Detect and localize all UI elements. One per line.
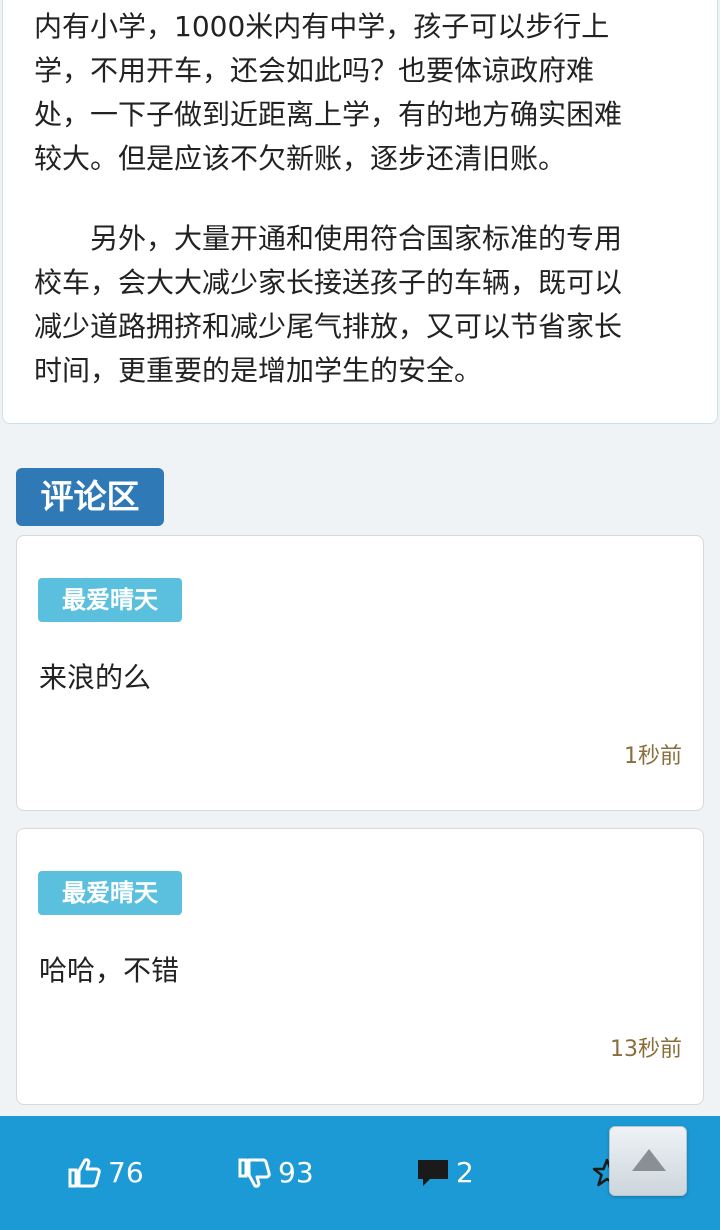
article-line: 校车，会大大减少家长接送孩子的车辆，既可以 <box>34 266 623 299</box>
comment-user-badge[interactable]: 最爱晴天 <box>38 871 182 915</box>
article-line: 减少道路拥挤和减少尾气排放，又可以节省家长 <box>34 310 623 343</box>
comments-section-title: 评论区 <box>16 468 164 526</box>
dislike-button[interactable]: 93 <box>238 1116 314 1230</box>
like-count: 76 <box>108 1156 144 1189</box>
article-line: 处，一下子做到近距离上学，有的地方确实困难 <box>34 98 623 131</box>
article-paragraph: 另外，大量开通和使用符合国家标准的专用 校车，会大大减少家长接送孩子的车辆，既可… <box>34 217 674 393</box>
comment-count: 2 <box>456 1156 474 1189</box>
scroll-to-top-button[interactable] <box>609 1126 687 1196</box>
article-card: 内有小学，1000米内有中学，孩子可以步行上 学，不用开车，还会如此吗？也要体谅… <box>2 0 718 424</box>
comment-timestamp: 1秒前 <box>624 744 682 769</box>
comment-item: 最爱晴天 哈哈，不错 13秒前 <box>16 828 704 1105</box>
article-line: 内有小学，1000米内有中学，孩子可以步行上 <box>34 10 610 43</box>
comment-item: 最爱晴天 来浪的么 1秒前 <box>16 535 704 811</box>
like-button[interactable]: 76 <box>68 1116 144 1230</box>
comment-button[interactable]: 2 <box>416 1116 474 1230</box>
thumbs-up-icon <box>68 1157 102 1189</box>
article-paragraph: 内有小学，1000米内有中学，孩子可以步行上 学，不用开车，还会如此吗？也要体谅… <box>34 5 674 181</box>
comment-timestamp: 13秒前 <box>610 1037 682 1062</box>
article-line: 另外，大量开通和使用符合国家标准的专用 <box>34 222 623 255</box>
thumbs-down-icon <box>238 1157 272 1189</box>
comment-text: 来浪的么 <box>39 661 152 694</box>
comment-bubble-icon <box>416 1157 450 1189</box>
comment-user-badge[interactable]: 最爱晴天 <box>38 578 182 622</box>
article-line: 较大。但是应该不欠新账，逐步还清旧账。 <box>34 142 567 175</box>
article-line: 时间，更重要的是增加学生的安全。 <box>34 354 483 387</box>
article-line: 学，不用开车，还会如此吗？也要体谅政府难 <box>34 54 595 87</box>
comment-text: 哈哈，不错 <box>39 954 180 987</box>
dislike-count: 93 <box>278 1156 314 1189</box>
